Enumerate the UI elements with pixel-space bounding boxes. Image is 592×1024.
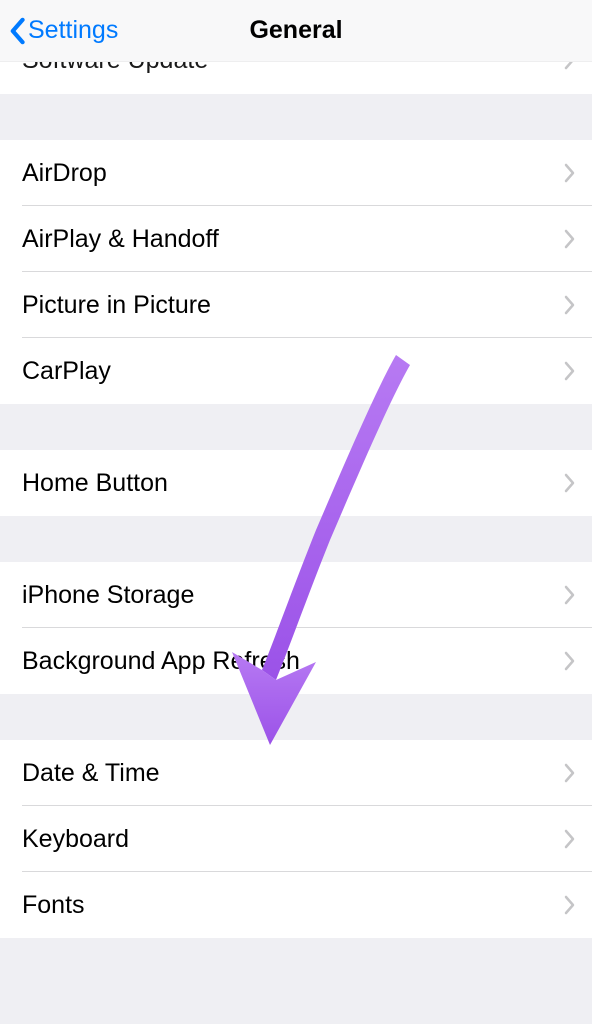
settings-row-fonts[interactable]: Fonts — [0, 872, 592, 938]
row-label: Fonts — [22, 891, 564, 920]
chevron-right-icon — [564, 295, 576, 315]
row-label: AirPlay & Handoff — [22, 225, 564, 254]
back-label: Settings — [28, 16, 118, 45]
settings-group: AirDrop AirPlay & Handoff Picture in Pic… — [0, 140, 592, 404]
settings-group: Date & Time Keyboard Fonts — [0, 740, 592, 938]
row-label: Keyboard — [22, 825, 564, 854]
settings-row-software-update[interactable]: Software Update — [0, 62, 592, 94]
chevron-right-icon — [564, 229, 576, 249]
settings-row-background-app-refresh[interactable]: Background App Refresh — [0, 628, 592, 694]
row-label: Software Update — [22, 62, 564, 75]
back-button[interactable]: Settings — [0, 16, 118, 45]
chevron-right-icon — [564, 473, 576, 493]
chevron-right-icon — [564, 651, 576, 671]
row-label: Background App Refresh — [22, 647, 564, 676]
chevron-left-icon — [8, 17, 26, 45]
settings-row-date-time[interactable]: Date & Time — [0, 740, 592, 806]
chevron-right-icon — [564, 163, 576, 183]
settings-row-carplay[interactable]: CarPlay — [0, 338, 592, 404]
settings-group: iPhone Storage Background App Refresh — [0, 562, 592, 694]
settings-row-keyboard[interactable]: Keyboard — [0, 806, 592, 872]
row-label: AirDrop — [22, 159, 564, 188]
row-label: iPhone Storage — [22, 581, 564, 610]
settings-row-iphone-storage[interactable]: iPhone Storage — [0, 562, 592, 628]
row-label: Picture in Picture — [22, 291, 564, 320]
row-label: Date & Time — [22, 759, 564, 788]
chevron-right-icon — [564, 829, 576, 849]
chevron-right-icon — [564, 763, 576, 783]
chevron-right-icon — [564, 895, 576, 915]
chevron-right-icon — [564, 62, 576, 70]
row-label: Home Button — [22, 469, 564, 498]
chevron-right-icon — [564, 585, 576, 605]
settings-row-picture-in-picture[interactable]: Picture in Picture — [0, 272, 592, 338]
settings-group: Home Button — [0, 450, 592, 516]
settings-group: Software Update — [0, 62, 592, 94]
page-title: General — [249, 16, 342, 45]
settings-row-home-button[interactable]: Home Button — [0, 450, 592, 516]
settings-row-airdrop[interactable]: AirDrop — [0, 140, 592, 206]
row-label: CarPlay — [22, 357, 564, 386]
navigation-header: Settings General — [0, 0, 592, 62]
settings-row-airplay-handoff[interactable]: AirPlay & Handoff — [0, 206, 592, 272]
chevron-right-icon — [564, 361, 576, 381]
